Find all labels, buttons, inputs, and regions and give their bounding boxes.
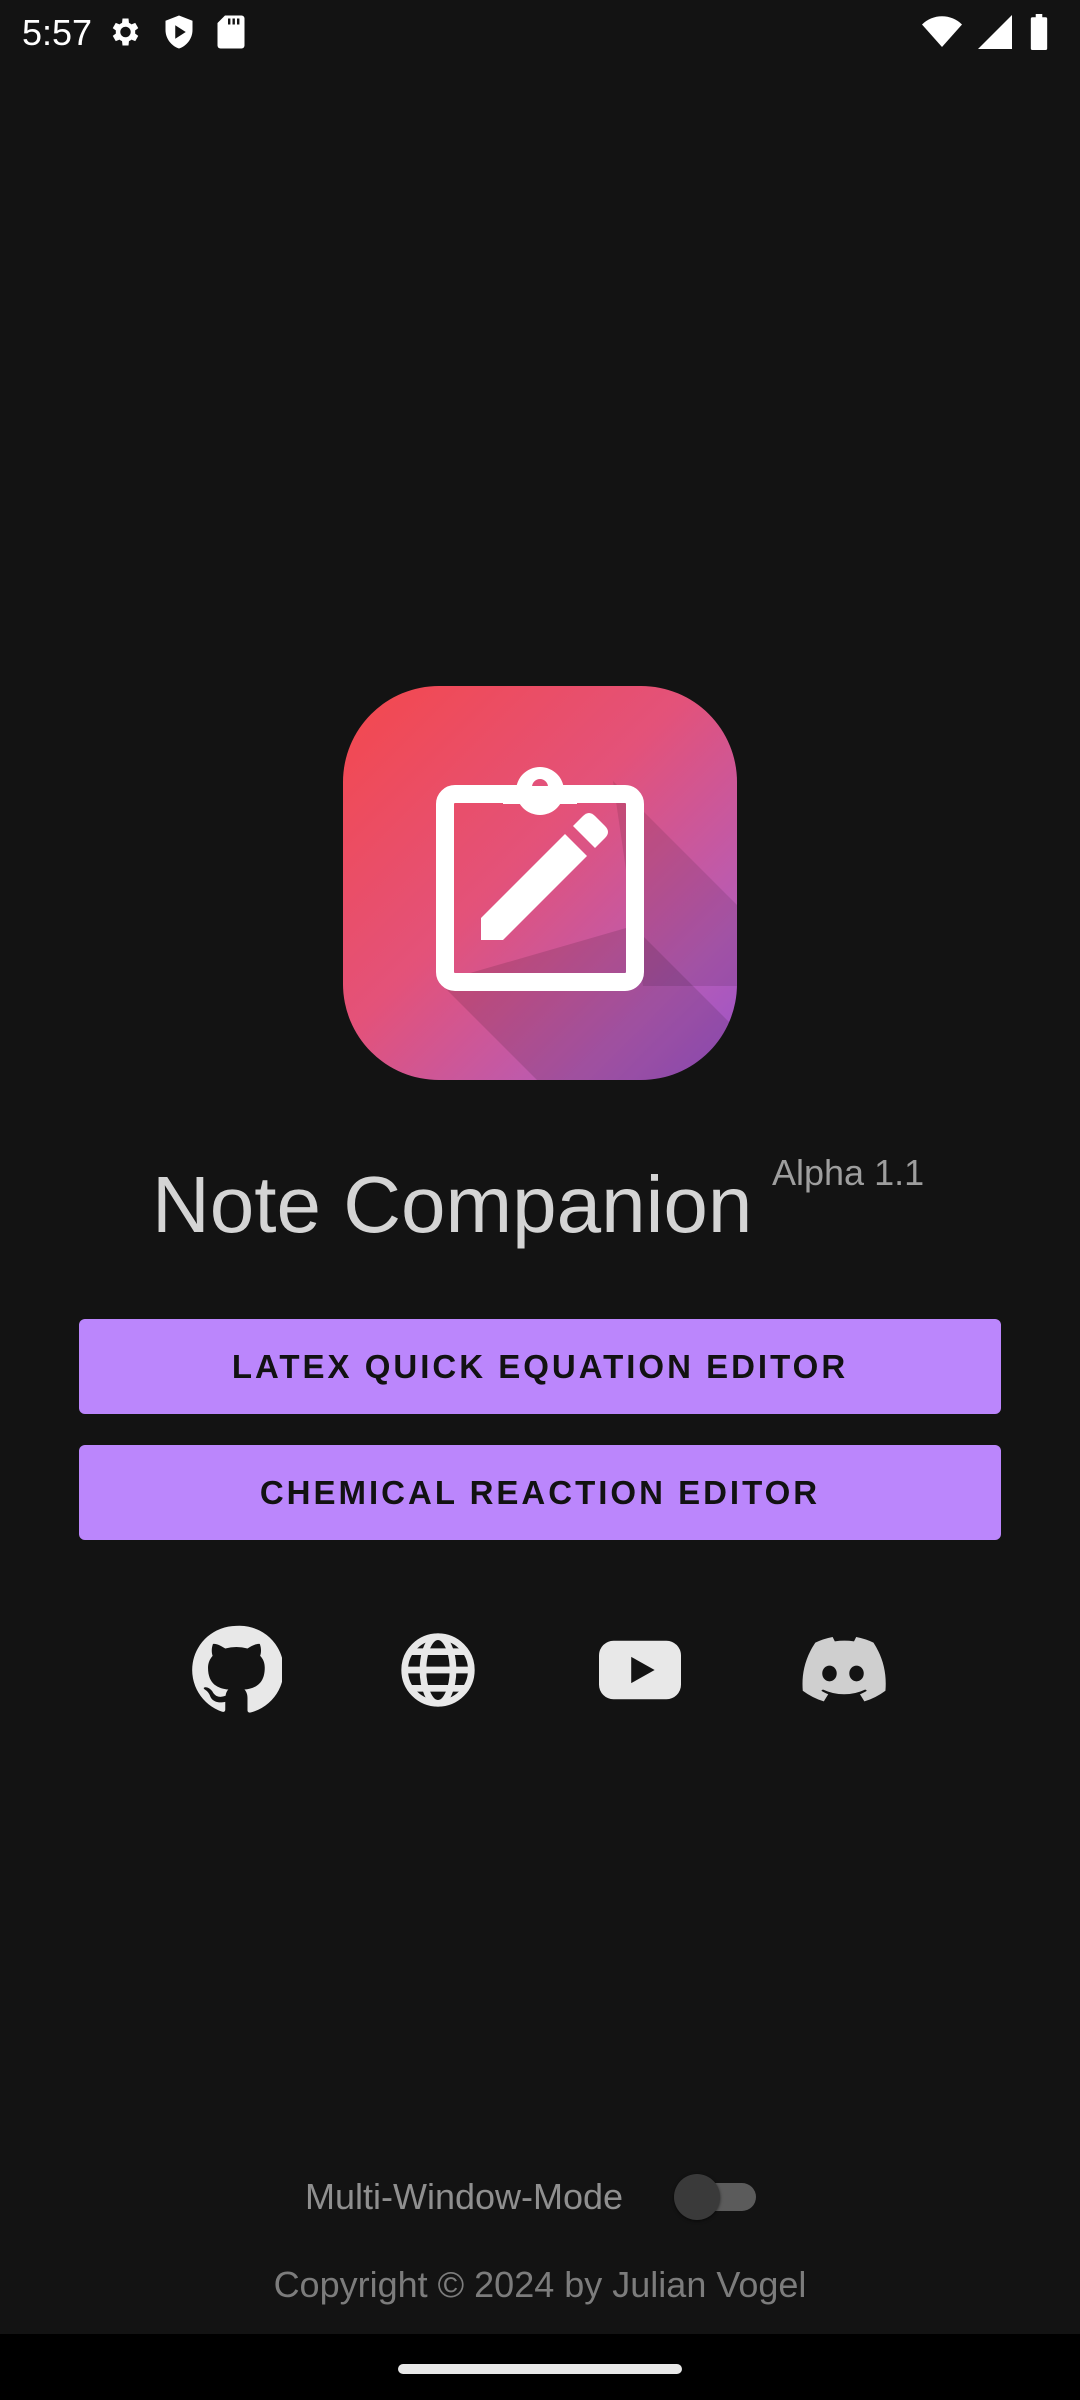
navigation-bar [0,2334,1080,2400]
app-title: Note Companion [152,1160,753,1249]
multi-window-row: Multi-Window-Mode [0,2170,1080,2224]
toggle-thumb [674,2174,720,2220]
wifi-icon [922,15,962,49]
github-icon [192,1625,282,1713]
discord-icon [802,1637,886,1702]
youtube-link[interactable] [590,1620,690,1720]
shield-play-icon [162,14,196,50]
status-bar: 5:57 [0,0,1080,66]
globe-icon [401,1633,475,1707]
app-version: Alpha 1.1 [772,1152,925,1193]
signal-icon [978,15,1012,49]
multi-window-toggle[interactable] [674,2174,758,2220]
status-time: 5:57 [22,12,93,53]
github-link[interactable] [186,1620,286,1720]
settings-icon [106,14,142,50]
battery-icon [1028,14,1050,50]
copyright-text: Copyright © 2024 by Julian Vogel [273,2264,807,2305]
app-icon [343,686,737,1080]
status-right-icons [922,14,1050,50]
social-links [0,1620,1080,1720]
latex-editor-button[interactable]: LATEX QUICK EQUATION EDITOR [79,1319,1001,1414]
status-left-icons [106,14,246,50]
website-link[interactable] [388,1620,488,1720]
clipboard-edit-icon [436,767,737,1080]
home-gesture-handle[interactable] [398,2364,682,2374]
discord-link[interactable] [793,1620,893,1720]
multi-window-label: Multi-Window-Mode [305,2176,624,2217]
app-title-block: Note Companion Alpha 1.1 [0,1150,1080,1260]
chemical-reaction-editor-button[interactable]: CHEMICAL REACTION EDITOR [79,1445,1001,1540]
youtube-icon [599,1640,681,1700]
sd-card-icon [216,14,246,50]
